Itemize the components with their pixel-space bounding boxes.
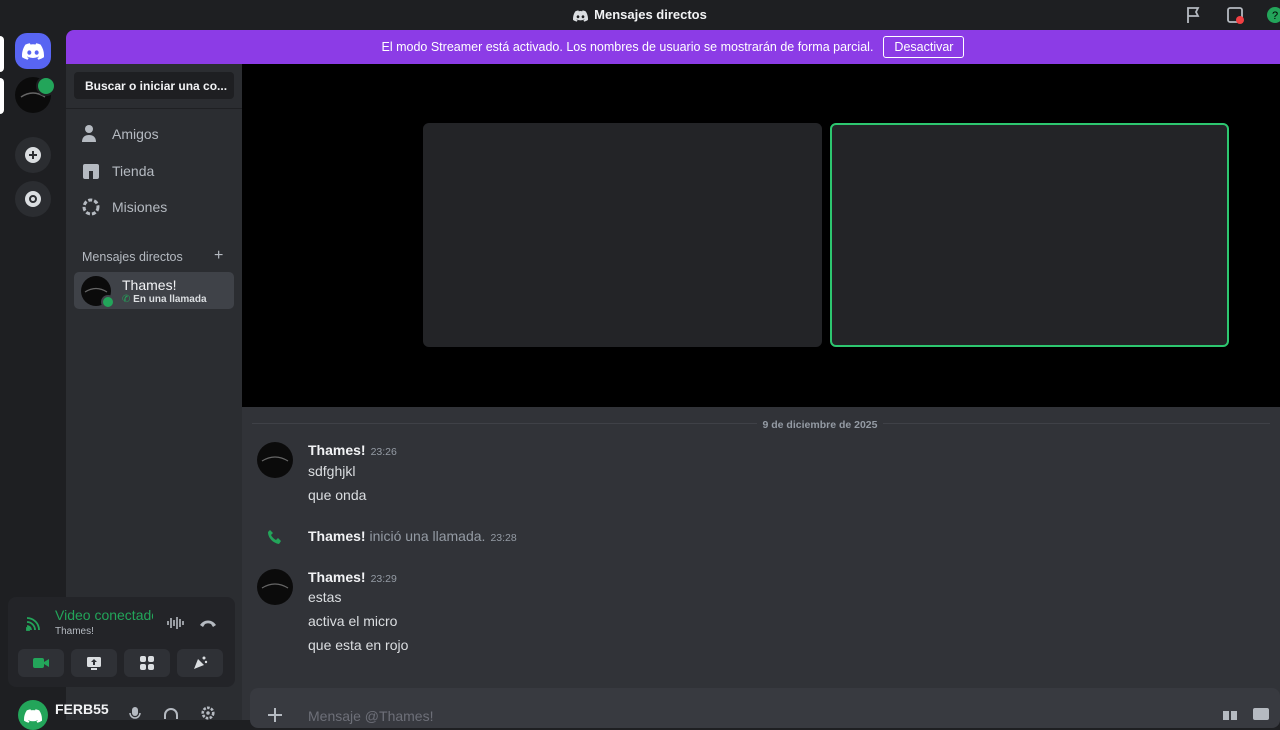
disconnect-icon[interactable] (199, 616, 217, 630)
message-text: estas (308, 589, 342, 605)
phone-icon: ✆ (122, 294, 131, 305)
main-content: 9 de diciembre de 2025 Thames! 23:26 sdfg… (242, 64, 1280, 728)
dm-status-text: En una llamada (133, 294, 207, 305)
discord-logo-icon (24, 709, 42, 723)
message-text: que onda (308, 487, 367, 503)
sidebar-divider (66, 108, 242, 109)
message-text: activa el micro (308, 613, 398, 629)
avatar[interactable] (18, 700, 48, 730)
username[interactable]: FERB55 (55, 701, 109, 717)
search-button[interactable]: Buscar o iniciar una co... (74, 72, 234, 99)
dm-name: Thames! (122, 277, 177, 293)
discover-button[interactable] (15, 181, 51, 217)
participant-tile[interactable] (423, 123, 822, 347)
message-timestamp: 23:26 (370, 446, 397, 458)
video-badge-icon (36, 76, 56, 96)
message-header: Thames! 23:29 (308, 569, 397, 585)
message-timestamp: 23:28 (490, 532, 517, 544)
voice-channel-name: Thames! (55, 626, 94, 637)
message-author[interactable]: Thames! (308, 442, 366, 458)
call-area (242, 64, 1280, 407)
message-composer[interactable]: Mensaje @Thames! (250, 688, 1280, 728)
online-status-icon (101, 295, 115, 309)
message-text: que esta en rojo (308, 637, 409, 653)
shop-icon (83, 164, 99, 179)
gif-icon[interactable] (1252, 707, 1270, 721)
flag-icon[interactable] (1185, 6, 1203, 24)
window-title-text: Mensajes directos (594, 7, 707, 22)
camera-button[interactable] (18, 649, 64, 677)
friends-icon (82, 125, 96, 142)
activities-button[interactable] (124, 649, 170, 677)
system-text: inició una llamada. (369, 528, 486, 544)
dm-item-thames[interactable]: Thames! ✆ En una llamada (74, 272, 234, 309)
avatar[interactable] (257, 569, 293, 605)
inbox-icon[interactable] (1226, 6, 1244, 24)
screenshare-button[interactable] (71, 649, 117, 677)
quests-icon (82, 198, 100, 216)
user-panel: FERB55 (8, 695, 235, 730)
screenshare-icon (87, 657, 101, 670)
streamer-mode-banner: El modo Streamer está activado. Los nomb… (66, 30, 1280, 64)
discord-logo-icon (573, 10, 589, 22)
message-header: Thames! 23:26 (308, 442, 397, 458)
message-author[interactable]: Thames! (308, 569, 366, 585)
title-bar: Mensajes directos ? (0, 0, 1280, 30)
participant-tile-speaking[interactable] (830, 123, 1229, 347)
system-author[interactable]: Thames! (308, 528, 366, 544)
activities-icon (140, 656, 154, 670)
plus-icon (25, 147, 41, 163)
active-pill (0, 36, 4, 72)
nav-label: Amigos (112, 126, 159, 142)
window-title: Mensajes directos (0, 7, 1280, 22)
dm-call-avatar[interactable] (15, 76, 56, 113)
date-divider-text: 9 de diciembre de 2025 (756, 419, 884, 431)
gift-icon[interactable] (1222, 707, 1238, 721)
nav-item-friends[interactable]: Amigos (74, 118, 234, 150)
dm-section-header: Mensajes directos (82, 250, 183, 264)
message-timestamp: 23:29 (370, 573, 397, 585)
message-text: sdfghjkl (308, 463, 356, 479)
microphone-icon[interactable] (129, 707, 141, 720)
nav-item-shop[interactable]: Tienda (74, 155, 234, 187)
attach-plus-icon[interactable] (266, 706, 284, 724)
create-dm-button[interactable]: + (214, 247, 223, 265)
add-server-button[interactable] (15, 137, 51, 173)
help-icon[interactable]: ? (1266, 6, 1280, 24)
nav-label: Misiones (112, 199, 168, 215)
headphones-icon[interactable] (163, 707, 179, 720)
date-divider: 9 de diciembre de 2025 (242, 415, 1280, 433)
avatar[interactable] (257, 442, 293, 478)
camera-icon (33, 658, 49, 668)
deactivate-button[interactable]: Desactivar (883, 36, 965, 58)
settings-gear-icon[interactable] (200, 706, 216, 720)
voice-connection-panel: Video conectado Thames! (8, 597, 235, 687)
voice-status-title[interactable]: Video conectado (55, 607, 153, 623)
nav-item-quests[interactable]: Misiones (74, 191, 234, 223)
call-pill (0, 78, 4, 114)
home-button[interactable] (15, 33, 51, 69)
dm-status: ✆ En una llamada (122, 294, 207, 305)
message-input[interactable]: Mensaje @Thames! (308, 708, 433, 724)
phone-call-icon (268, 530, 281, 544)
discord-logo-icon (22, 42, 44, 60)
noise-suppression-icon[interactable] (166, 616, 184, 630)
signal-icon (26, 617, 40, 631)
svg-text:?: ? (1272, 10, 1278, 22)
compass-icon (25, 191, 41, 207)
nav-label: Tienda (112, 163, 155, 179)
soundboard-icon (194, 656, 208, 669)
system-message: Thames! inició una llamada. 23:28 (308, 528, 517, 544)
banner-text: El modo Streamer está activado. Los nomb… (381, 40, 874, 54)
soundboard-button[interactable] (177, 649, 223, 677)
